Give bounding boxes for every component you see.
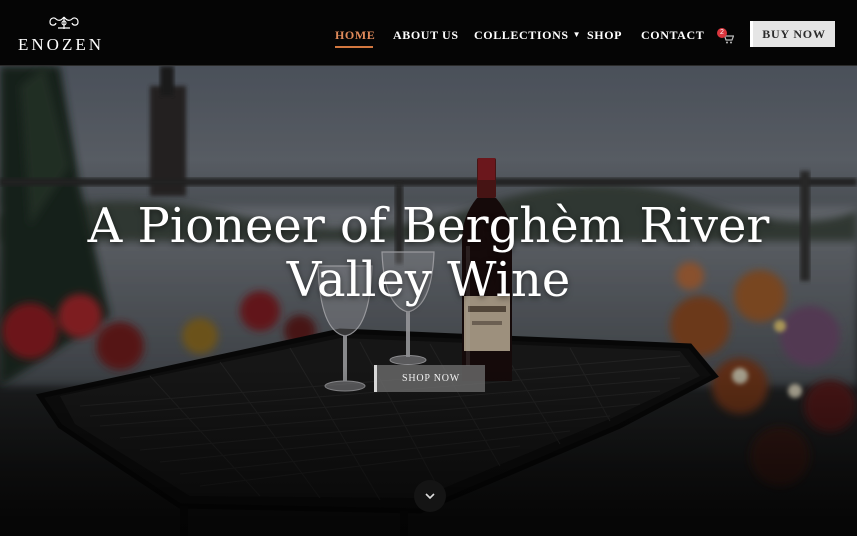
shop-now-button[interactable]: SHOP NOW: [374, 365, 485, 392]
chevron-down-icon: [425, 492, 435, 499]
cart-count-badge: 2: [717, 28, 727, 38]
caret-down-icon: ▼: [572, 30, 582, 39]
site-header: ENOZEN HOME ABOUT US COLLECTIONS ▼ SHOP C…: [0, 0, 857, 66]
hero-title: A Pioneer of Berghèm River Valley Wine: [0, 199, 857, 307]
buy-now-button[interactable]: BUY NOW: [750, 21, 835, 47]
nav-shop[interactable]: SHOP: [587, 28, 622, 43]
hero-title-line-2: Valley Wine: [286, 252, 571, 308]
nav-collections-label: COLLECTIONS: [474, 28, 569, 42]
hero-section: A Pioneer of Berghèm River Valley Wine S…: [0, 66, 857, 536]
nav-active-indicator: [335, 46, 373, 48]
nav-contact[interactable]: CONTACT: [641, 28, 704, 43]
hero-title-line-1: A Pioneer of Berghèm River: [87, 198, 770, 254]
nav-home[interactable]: HOME: [335, 28, 375, 43]
nav-about-us[interactable]: ABOUT US: [393, 28, 459, 43]
nav-collections[interactable]: COLLECTIONS ▼: [474, 28, 581, 43]
scroll-down-button[interactable]: [414, 480, 446, 512]
cart-button[interactable]: 2: [715, 28, 735, 46]
